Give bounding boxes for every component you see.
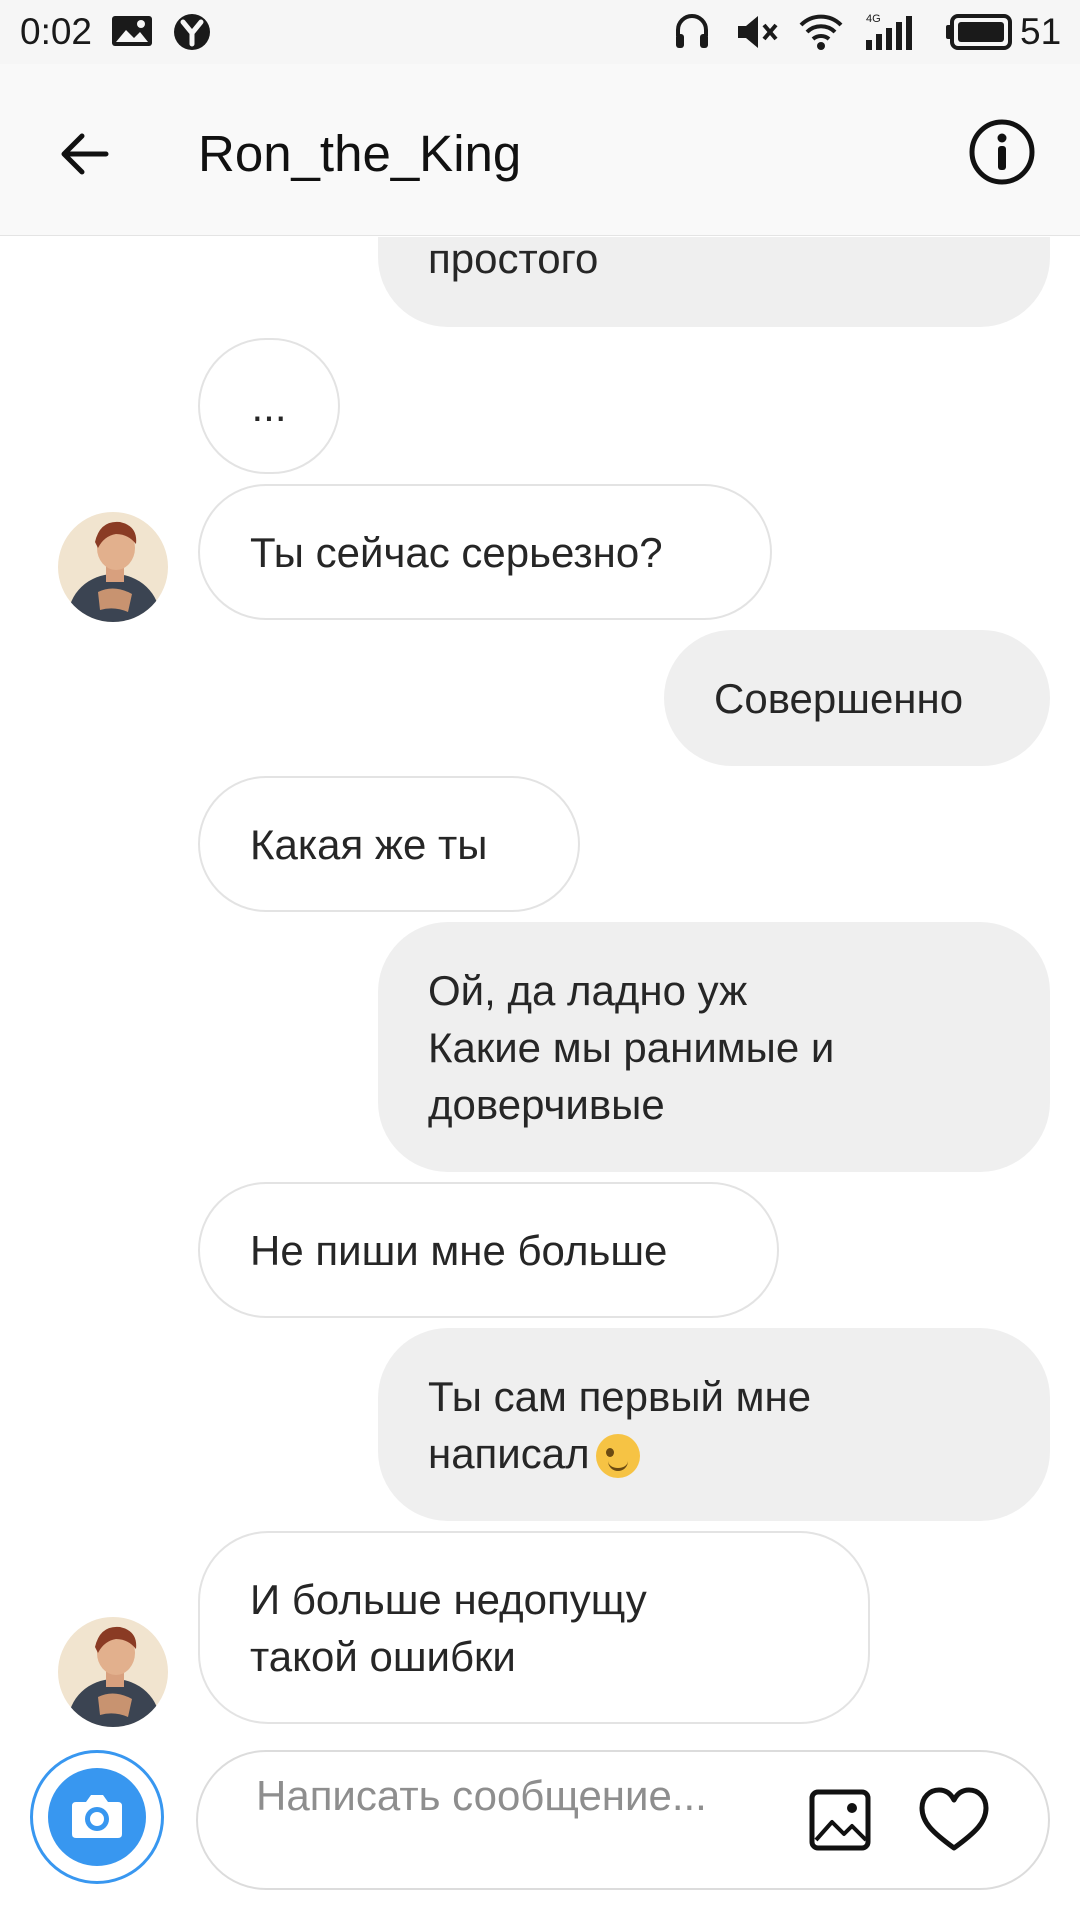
chat-header: Ron_the_King — [0, 64, 1080, 236]
battery-icon — [946, 14, 1012, 50]
camera-icon — [48, 1768, 146, 1866]
message-text: Совершенно — [714, 674, 964, 722]
message-input[interactable] — [256, 1770, 776, 1874]
message-text: Не пиши мне больше — [250, 1226, 668, 1274]
message-incoming[interactable]: Не пиши мне больше — [198, 1182, 779, 1318]
message-outgoing[interactable]: Совершенно — [664, 630, 1050, 766]
message-outgoing[interactable]: Ой, да ладно уж Какие мы ранимые и довер… — [378, 922, 1050, 1172]
svg-text:4G: 4G — [866, 13, 881, 25]
message-text: Какая же ты — [250, 820, 488, 868]
message-incoming[interactable]: Какая же ты — [198, 776, 580, 912]
message-thread[interactable]: простого ... Ты сейчас серьезно? Соверше… — [0, 237, 1080, 1747]
headphones-icon — [676, 14, 708, 48]
message-text: Ты сейчас серьезно? — [250, 528, 663, 576]
chat-title[interactable]: Ron_the_King — [198, 124, 521, 183]
yandex-browser-icon — [174, 14, 210, 50]
wink-emoji-icon — [595, 1434, 640, 1479]
gallery-notification-icon — [112, 16, 152, 46]
avatar[interactable] — [58, 512, 168, 622]
message-text: простого — [428, 237, 599, 282]
message-incoming[interactable]: Ты сейчас серьезно? — [198, 484, 772, 620]
message-text: Ой, да ладно уж Какие мы ранимые и довер… — [428, 966, 835, 1128]
heart-icon[interactable] — [918, 1786, 990, 1854]
message-outgoing[interactable]: простого — [378, 237, 1050, 327]
image-icon[interactable] — [808, 1788, 872, 1852]
message-incoming[interactable]: ... — [198, 338, 340, 474]
status-bar: 0:02 4G 51 — [0, 0, 1080, 64]
battery-percent: 51 — [1020, 11, 1062, 52]
avatar[interactable] — [58, 1617, 168, 1727]
status-time: 0:02 — [20, 11, 93, 52]
camera-button[interactable] — [30, 1750, 164, 1884]
mute-icon — [738, 16, 778, 48]
info-icon[interactable] — [968, 118, 1036, 186]
message-text-wrap: Ты сам первый мне написал — [428, 1368, 811, 1482]
signal-icon: 4G — [866, 13, 912, 50]
back-arrow-icon[interactable] — [56, 126, 112, 182]
message-outgoing[interactable]: Ты сам первый мне написал — [378, 1328, 1050, 1521]
message-text: И больше недопущу такой ошибки — [250, 1575, 647, 1680]
message-text: ... — [251, 382, 287, 430]
message-incoming[interactable]: И больше недопущу такой ошибки — [198, 1531, 870, 1724]
message-composer — [196, 1750, 1050, 1890]
wifi-icon — [799, 14, 843, 50]
